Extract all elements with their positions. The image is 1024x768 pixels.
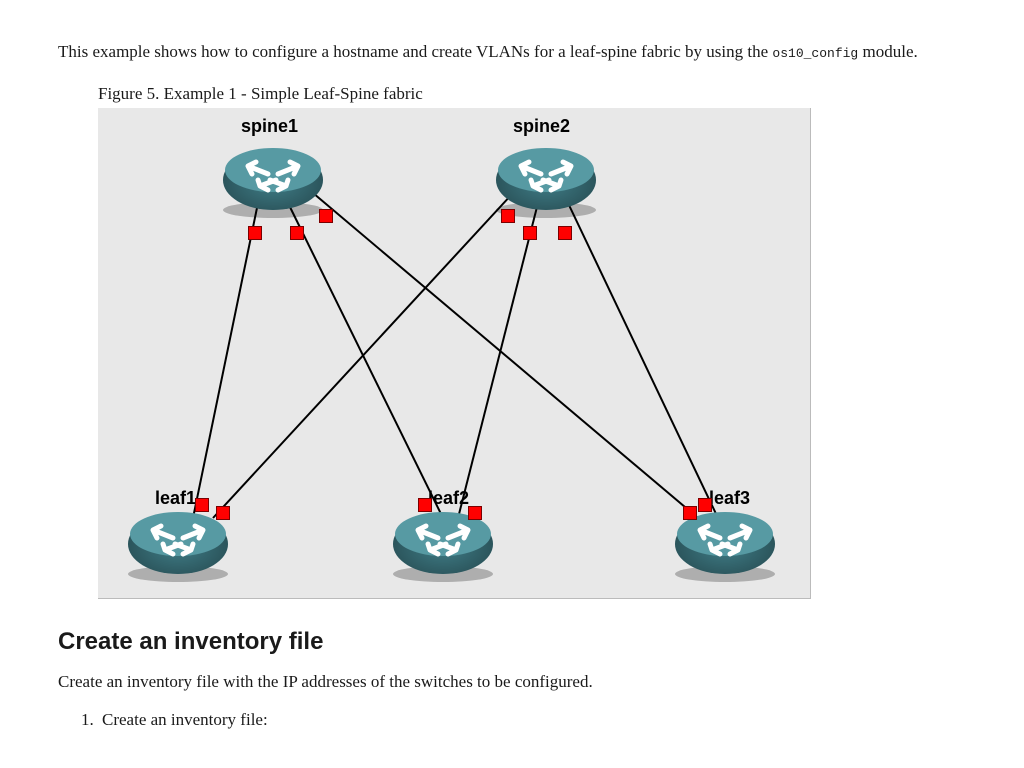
label-leaf2: leaf2 <box>428 486 469 511</box>
label-leaf3: leaf3 <box>709 486 750 511</box>
label-spine2: spine2 <box>513 114 570 139</box>
router-leaf1 <box>128 512 228 582</box>
port-marker-icon <box>468 506 482 520</box>
section-heading: Create an inventory file <box>58 625 966 659</box>
topology-diagram: spine1 spine2 leaf1 leaf2 leaf3 <box>98 108 811 599</box>
link-spine2-leaf1 <box>213 193 513 518</box>
link-spine1-leaf2 <box>288 203 443 518</box>
label-spine1: spine1 <box>241 114 298 139</box>
port-marker-icon <box>418 498 432 512</box>
router-leaf3 <box>675 512 775 582</box>
router-leaf2 <box>393 512 493 582</box>
port-marker-icon <box>290 226 304 240</box>
router-spine1 <box>223 148 323 218</box>
port-marker-icon <box>195 498 209 512</box>
intro-text: This example shows how to configure a ho… <box>58 42 772 61</box>
intro-tail: module. <box>858 42 918 61</box>
router-spine2 <box>496 148 596 218</box>
port-marker-icon <box>523 226 537 240</box>
port-marker-icon <box>248 226 262 240</box>
link-group <box>193 193 718 518</box>
port-marker-icon <box>683 506 697 520</box>
port-marker-icon <box>319 209 333 223</box>
inline-code-os10: os10_config <box>772 46 858 61</box>
step-list: Create an inventory file: <box>78 708 966 732</box>
section-lead: Create an inventory file with the IP add… <box>58 670 966 694</box>
port-marker-icon <box>501 209 515 223</box>
intro-paragraph: This example shows how to configure a ho… <box>58 40 966 64</box>
figure-caption: Figure 5. Example 1 - Simple Leaf-Spine … <box>98 82 966 106</box>
topology-svg <box>98 108 810 598</box>
step-item: Create an inventory file: <box>98 708 966 732</box>
port-marker-icon <box>698 498 712 512</box>
link-spine2-leaf2 <box>458 203 538 518</box>
label-leaf1: leaf1 <box>155 486 196 511</box>
link-spine1-leaf1 <box>193 203 258 518</box>
port-marker-icon <box>216 506 230 520</box>
port-marker-icon <box>558 226 572 240</box>
